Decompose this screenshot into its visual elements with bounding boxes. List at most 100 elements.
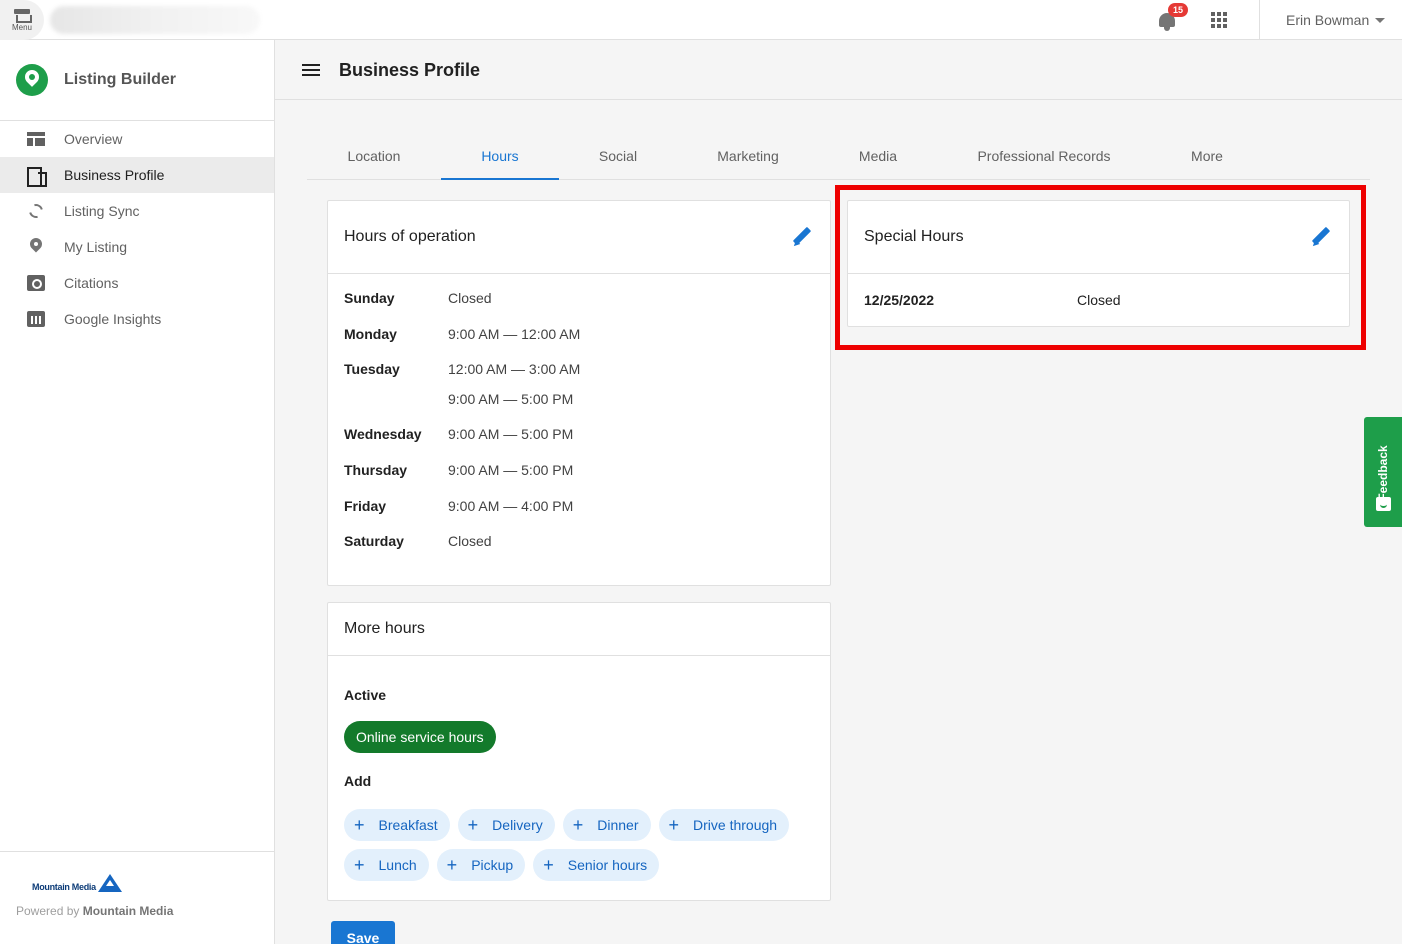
top-bar: Menu 15 Erin Bowman (0, 0, 1402, 40)
sidebar-item-google-insights[interactable]: Google Insights (0, 301, 274, 337)
add-chip-pickup[interactable]: + Pickup (436, 849, 526, 881)
brand-name: Listing Builder (64, 71, 176, 88)
plus-icon: + (572, 815, 584, 835)
plus-icon: + (668, 815, 680, 835)
add-chip-senior-hours[interactable]: + Senior hours (533, 849, 660, 881)
user-menu[interactable]: Erin Bowman (1286, 12, 1386, 28)
page-header: Business Profile (275, 40, 1402, 100)
bar-chart-icon (26, 309, 46, 329)
time-range: 12:00 AM — 3:00 AM (448, 361, 581, 377)
sidebar-item-label: Overview (64, 131, 123, 147)
add-chip-lunch[interactable]: + Lunch (344, 849, 429, 881)
day-label: Monday (344, 326, 397, 342)
plus-icon: + (354, 855, 365, 875)
hours-row-monday: Monday 9:00 AM — 12:00 AM (344, 326, 814, 361)
plus-icon: + (446, 855, 458, 875)
plus-icon: + (543, 855, 554, 875)
add-chip-delivery[interactable]: + Delivery (457, 809, 555, 841)
day-label: Sunday (344, 290, 395, 306)
powered-company: Mountain Media (82, 904, 174, 918)
highlight-box (835, 185, 1366, 350)
tab-more[interactable]: More (1151, 134, 1263, 180)
caret-down-icon (1375, 17, 1386, 23)
hours-of-operation-card: Hours of operation Sunday Closed Monday … (327, 200, 831, 586)
time-range: Closed (448, 290, 492, 306)
sidebar-nav: Overview Business Profile Listing Sync M… (0, 121, 274, 337)
sidebar-item-label: Citations (64, 275, 119, 291)
day-times: Closed (448, 533, 492, 569)
chip-label: Lunch (378, 857, 417, 873)
tab-professional-records[interactable]: Professional Records (937, 134, 1151, 180)
location-pin-icon (26, 237, 46, 257)
chip-label: Delivery (492, 817, 543, 833)
hours-list: Sunday Closed Monday 9:00 AM — 12:00 AM … (328, 274, 830, 569)
tab-location[interactable]: Location (307, 134, 441, 180)
sidebar-item-listing-sync[interactable]: Listing Sync (0, 193, 274, 229)
feedback-tab[interactable]: Feedback (1364, 417, 1402, 527)
save-button[interactable]: Save (331, 921, 395, 944)
powered-prefix: Powered by (16, 904, 80, 918)
chip-online-service-hours[interactable]: Online service hours (344, 721, 496, 753)
page-title: Business Profile (339, 60, 481, 80)
day-label: Saturday (344, 533, 404, 549)
sidebar-item-label: Google Insights (64, 311, 162, 327)
sidebar: Listing Builder Overview Business Profil… (0, 40, 275, 944)
day-label: Tuesday (344, 361, 400, 377)
feedback-label: Feedback (1376, 445, 1390, 501)
day-times: 9:00 AM — 4:00 PM (448, 498, 573, 533)
tab-hours[interactable]: Hours (441, 134, 559, 180)
apps-grid-icon[interactable] (1211, 12, 1227, 28)
card-title: More hours (344, 620, 425, 637)
notification-badge: 15 (1168, 3, 1188, 17)
menu-button[interactable]: Menu (0, 0, 44, 40)
sidebar-item-overview[interactable]: Overview (0, 121, 274, 157)
hours-row-friday: Friday 9:00 AM — 4:00 PM (344, 498, 814, 533)
day-label: Thursday (344, 462, 408, 478)
add-chip-breakfast[interactable]: + Breakfast (344, 809, 450, 841)
listing-builder-logo-icon (16, 64, 48, 96)
sidebar-item-business-profile[interactable]: Business Profile (0, 157, 274, 193)
time-range: 9:00 AM — 5:00 PM (448, 391, 574, 407)
building-icon (26, 165, 47, 187)
menu-label: Menu (11, 22, 32, 32)
day-label: Friday (344, 498, 387, 514)
chip-label: Senior hours (567, 857, 648, 873)
edit-pencil-icon[interactable] (792, 226, 814, 248)
feedback-smiley-icon (1376, 497, 1391, 511)
plus-icon: + (354, 815, 365, 835)
card-header: Hours of operation (328, 201, 830, 274)
add-label: Add (344, 773, 372, 789)
sidebar-item-label: My Listing (64, 239, 128, 255)
hamburger-menu-icon[interactable] (302, 64, 320, 76)
sidebar-brand: Listing Builder (0, 40, 274, 121)
time-range: 9:00 AM — 5:00 PM (448, 426, 574, 442)
time-range: Closed (448, 533, 492, 549)
add-chip-drive-through[interactable]: + Drive through (658, 809, 790, 841)
chip-label: Pickup (471, 857, 514, 873)
tab-social[interactable]: Social (559, 134, 677, 180)
time-range: 9:00 AM — 4:00 PM (448, 498, 574, 514)
hours-row-tuesday: Tuesday 12:00 AM — 3:00 AM 9:00 AM — 5:0… (344, 361, 814, 426)
active-label: Active (344, 687, 387, 703)
chip-label: Breakfast (378, 817, 438, 833)
topbar-divider (1259, 0, 1260, 40)
hours-row-wednesday: Wednesday 9:00 AM — 5:00 PM (344, 426, 814, 462)
sidebar-item-label: Business Profile (64, 167, 165, 183)
sidebar-item-citations[interactable]: Citations (0, 265, 274, 301)
mountain-media-logo: Mountain Media (32, 868, 258, 892)
plus-icon: + (467, 815, 479, 835)
storefront-icon (14, 8, 32, 23)
day-times: 12:00 AM — 3:00 AM 9:00 AM — 5:00 PM (448, 361, 580, 426)
hours-row-sunday: Sunday Closed (344, 290, 814, 326)
tab-media[interactable]: Media (819, 134, 937, 180)
profile-tabs: Location Hours Social Marketing Media Pr… (307, 134, 1370, 180)
blurred-account-name (50, 6, 260, 34)
sidebar-item-my-listing[interactable]: My Listing (0, 229, 274, 265)
tab-marketing[interactable]: Marketing (677, 134, 819, 180)
add-chip-dinner[interactable]: + Dinner (562, 809, 651, 841)
powered-by: Powered by Mountain Media (16, 904, 258, 918)
day-times: 9:00 AM — 5:00 PM (448, 426, 573, 462)
chip-label: Drive through (693, 817, 778, 833)
card-header: More hours (328, 603, 830, 656)
active-chip-row: Online service hours (344, 721, 814, 753)
